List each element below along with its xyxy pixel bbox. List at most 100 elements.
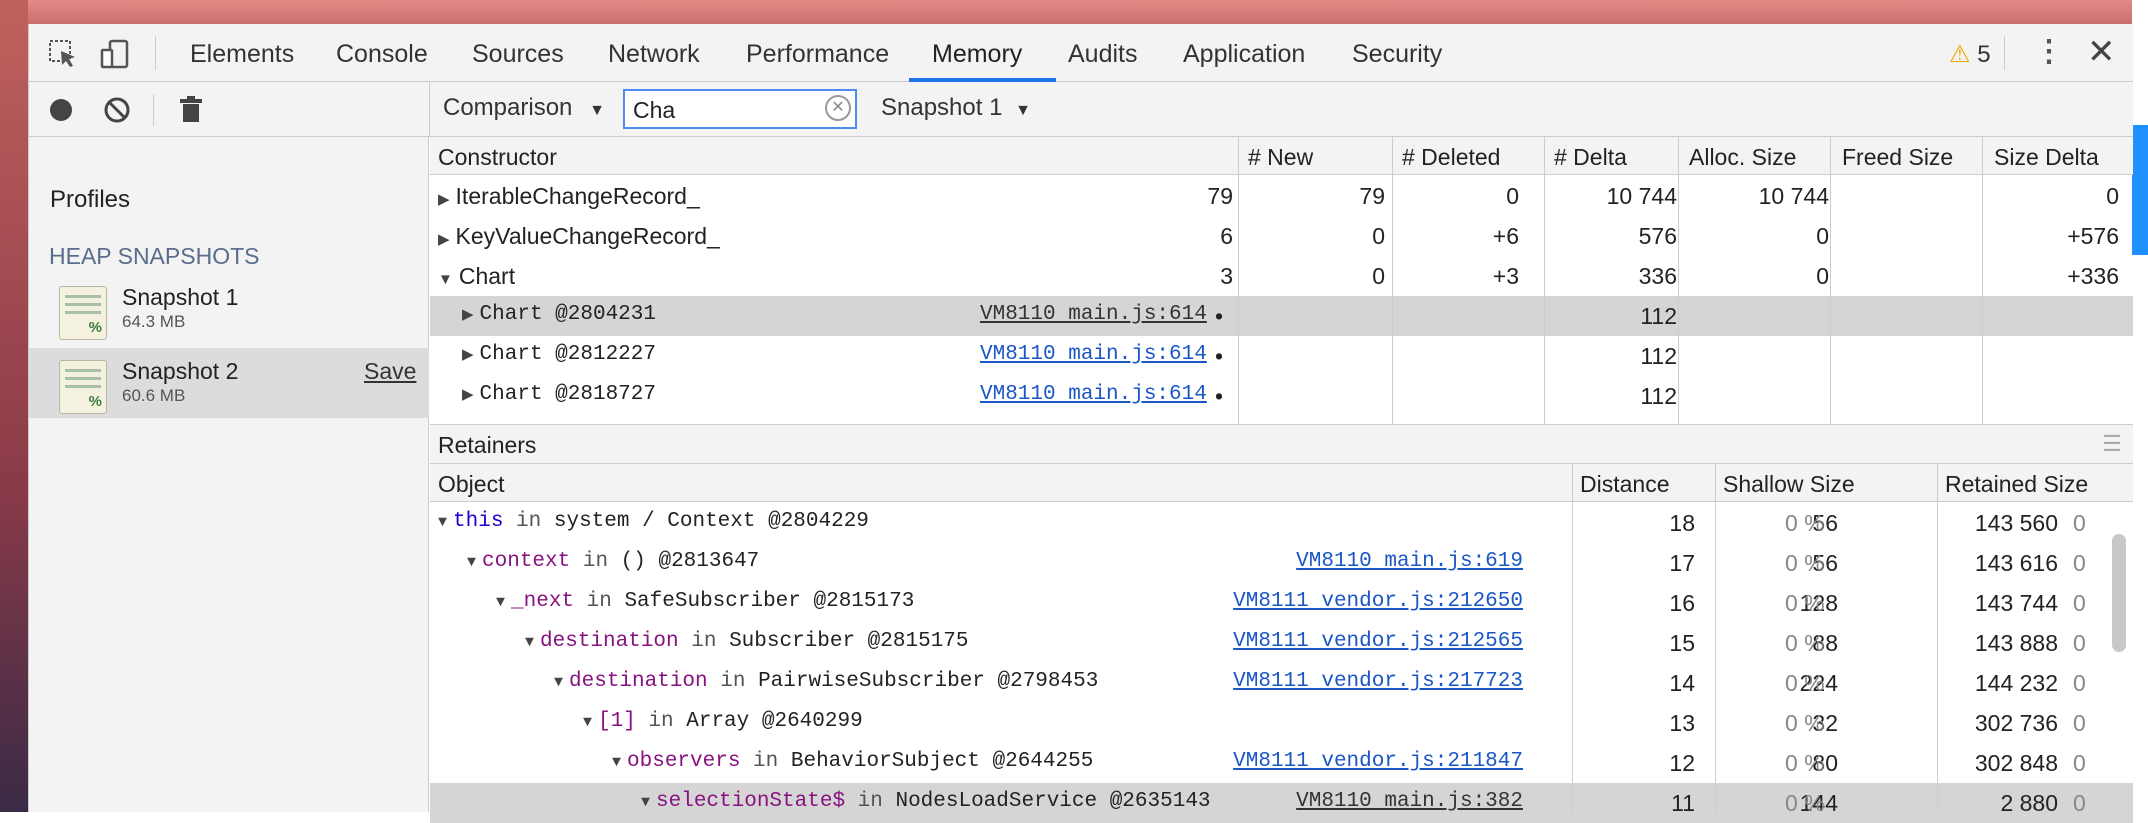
profiles-heading: Profiles bbox=[50, 186, 131, 213]
desktop-background-edge bbox=[0, 0, 28, 812]
tab-sources[interactable]: Sources bbox=[472, 40, 564, 69]
collapse-arrow-icon[interactable]: ▼ bbox=[612, 754, 621, 771]
clear-profiles-icon[interactable] bbox=[101, 94, 133, 126]
collapse-arrow-icon[interactable]: ▼ bbox=[467, 554, 476, 571]
retained-size-cell: 143 560 bbox=[1974, 510, 2058, 536]
expand-arrow-icon[interactable]: ▶ bbox=[438, 230, 450, 248]
warnings-counter[interactable]: ⚠ 5 bbox=[1949, 40, 1991, 69]
browser-top-strip bbox=[0, 0, 2148, 24]
retainer-row[interactable]: ▼ _next in SafeSubscriber @2815173 VM8111 … bbox=[430, 583, 2133, 623]
view-mode-select[interactable]: Comparison ▼ bbox=[443, 94, 605, 122]
collapse-arrow-icon[interactable]: ▼ bbox=[583, 714, 592, 731]
retained-size-cell: 302 848 bbox=[1974, 750, 2058, 776]
expand-arrow-icon[interactable]: ▶ bbox=[462, 345, 474, 364]
tab-application[interactable]: Application bbox=[1183, 40, 1305, 69]
expand-arrow-icon[interactable]: ▶ bbox=[462, 305, 474, 324]
inspect-element-icon[interactable] bbox=[47, 38, 79, 70]
col-constructor[interactable]: Constructor bbox=[438, 144, 557, 171]
col-alloc-size[interactable]: Alloc. Size bbox=[1689, 144, 1796, 171]
shallow-percent-cell: 0 % bbox=[1785, 670, 1825, 696]
comparison-header: Constructor # New # Deleted # Delta Allo… bbox=[430, 137, 2133, 175]
collapse-arrow-icon[interactable]: ▼ bbox=[438, 271, 453, 288]
source-link[interactable]: VM8111 vendor.js:212565 bbox=[1233, 630, 1523, 653]
record-icon[interactable] bbox=[45, 94, 77, 126]
snapshot-item-2[interactable]: % Snapshot 2 60.6 MB Save bbox=[29, 348, 429, 418]
col-size-delta[interactable]: Size Delta bbox=[1994, 144, 2099, 171]
col-new[interactable]: # New bbox=[1248, 144, 1313, 171]
save-snapshot-link[interactable]: Save bbox=[364, 358, 416, 385]
expand-arrow-icon[interactable]: ▶ bbox=[438, 190, 450, 208]
heap-snapshots-heading: HEAP SNAPSHOTS bbox=[49, 243, 260, 269]
retainer-row[interactable]: ▼ destination in PairwiseSubscriber @2798… bbox=[430, 663, 2133, 703]
source-link[interactable]: VM8111 vendor.js:211847 bbox=[1233, 750, 1523, 773]
baseline-snapshot-select[interactable]: Snapshot 1 ▼ bbox=[881, 94, 1031, 122]
close-icon[interactable]: ✕ bbox=[2087, 32, 2116, 72]
col-distance[interactable]: Distance bbox=[1580, 471, 1669, 498]
col-deleted[interactable]: # Deleted bbox=[1402, 144, 1500, 171]
tab-console[interactable]: Console bbox=[336, 40, 428, 69]
collapse-arrow-icon[interactable]: ▼ bbox=[496, 594, 505, 611]
source-link[interactable]: VM8110 main.js:614 bbox=[980, 303, 1207, 326]
clear-filter-icon[interactable]: ✕ bbox=[825, 95, 851, 121]
retainers-scrollbar[interactable] bbox=[2112, 534, 2126, 652]
collapse-arrow-icon[interactable]: ▼ bbox=[554, 674, 563, 691]
retainer-row[interactable]: ▼ observers in BehaviorSubject @2644255 VM… bbox=[430, 743, 2133, 783]
col-shallow-size[interactable]: Shallow Size bbox=[1723, 471, 1855, 498]
device-toolbar-icon[interactable] bbox=[99, 38, 131, 70]
drag-handle-icon[interactable]: ☰ bbox=[2102, 431, 2122, 457]
tab-performance[interactable]: Performance bbox=[746, 40, 889, 69]
table-row[interactable]: ▼ Chart 3 0 +3 336 0 +336 bbox=[430, 256, 2133, 296]
collect-garbage-icon[interactable] bbox=[175, 94, 207, 126]
instance-row[interactable]: ▶ Chart @2812227 VM8110 main.js:614 • 112 bbox=[430, 336, 2133, 376]
expand-arrow-icon[interactable]: ▶ bbox=[462, 385, 474, 404]
tab-audits[interactable]: Audits bbox=[1068, 40, 1137, 69]
retainer-row[interactable]: ▼ destination in Subscriber @2815175 VM811… bbox=[430, 623, 2133, 663]
retainer-row[interactable]: ▼ context in () @2813647 VM8110 main.js:61… bbox=[430, 543, 2133, 583]
table-row[interactable]: ▶ KeyValueChangeRecord_ 6 0 +6 576 0 +576 bbox=[430, 216, 2133, 256]
snapshot-item-1[interactable]: % Snapshot 1 64.3 MB bbox=[29, 274, 429, 344]
shallow-percent-cell: 0 % bbox=[1785, 790, 1825, 816]
constructor-cell: ▶ IterableChangeRecord_ bbox=[438, 183, 700, 209]
retainer-object: ▼ observers in BehaviorSubject @2644255 bbox=[612, 750, 1094, 773]
retained-percent-cell: 0 bbox=[2073, 710, 2086, 736]
shallow-percent-cell: 0 % bbox=[1785, 750, 1825, 776]
shallow-percent-cell: 0 % bbox=[1785, 630, 1825, 656]
profiles-sidebar: Profiles HEAP SNAPSHOTS % Snapshot 1 64.… bbox=[29, 137, 429, 812]
retainer-row[interactable]: ▼ [1] in Array @2640299 13 32 0 % 302 736 0 bbox=[430, 703, 2133, 743]
retainers-titlebar[interactable]: Retainers ☰ bbox=[430, 424, 2133, 464]
heap-snapshot-icon: % bbox=[59, 360, 107, 414]
retainer-object: ▼ destination in Subscriber @2815175 bbox=[525, 630, 969, 653]
instance-row[interactable]: ▶ Chart @2818727 VM8110 main.js:614 • 112 bbox=[430, 376, 2133, 416]
tab-elements[interactable]: Elements bbox=[190, 40, 294, 69]
retainer-object: ▼ selectionState$ in NodesLoadService @26… bbox=[641, 790, 1211, 813]
retainers-pane: Retainers ☰ Object Distance Shallow Size… bbox=[430, 424, 2133, 823]
retainer-row[interactable]: ▼ this in system / Context @2804229 18 56 0 … bbox=[430, 503, 2133, 543]
col-delta[interactable]: # Delta bbox=[1554, 144, 1627, 171]
tab-security[interactable]: Security bbox=[1352, 40, 1442, 69]
constructor-cell: ▼ Chart bbox=[438, 263, 516, 289]
col-freed-size[interactable]: Freed Size bbox=[1842, 144, 1953, 171]
collapse-arrow-icon[interactable]: ▼ bbox=[438, 514, 447, 531]
devtools-panel: Elements Console Sources Network Perform… bbox=[28, 24, 2133, 823]
tab-network[interactable]: Network bbox=[608, 40, 700, 69]
retained-percent-cell: 0 bbox=[2073, 510, 2086, 536]
source-link[interactable]: VM8110 main.js:614 bbox=[980, 383, 1207, 406]
warning-icon: ⚠ bbox=[1949, 41, 1971, 68]
instance-row[interactable]: ▶ Chart @2804231 VM8110 main.js:614 • 112 bbox=[430, 296, 2133, 336]
retained-size-cell: 143 616 bbox=[1974, 550, 2058, 576]
source-link[interactable]: VM8110 main.js:614 bbox=[980, 343, 1207, 366]
retainer-row[interactable]: ▼ selectionState$ in NodesLoadService @26… bbox=[430, 783, 2133, 823]
tab-memory[interactable]: Memory bbox=[932, 40, 1022, 69]
source-link[interactable]: VM8111 vendor.js:212650 bbox=[1233, 590, 1523, 613]
source-link[interactable]: VM8110 main.js:382 bbox=[1296, 790, 1523, 813]
source-link[interactable]: VM8111 vendor.js:217723 bbox=[1233, 670, 1523, 693]
table-row[interactable]: ▶ IterableChangeRecord_ 79 79 0 10 744 10… bbox=[430, 176, 2133, 216]
collapse-arrow-icon[interactable]: ▼ bbox=[641, 794, 650, 811]
class-filter-input[interactable]: Cha ✕ bbox=[623, 89, 857, 129]
source-link[interactable]: VM8110 main.js:619 bbox=[1296, 550, 1523, 573]
retained-percent-cell: 0 bbox=[2073, 790, 2086, 816]
col-object[interactable]: Object bbox=[438, 471, 504, 498]
col-retained-size[interactable]: Retained Size bbox=[1945, 471, 2088, 498]
collapse-arrow-icon[interactable]: ▼ bbox=[525, 634, 534, 651]
more-options-icon[interactable]: ⋮ bbox=[2034, 34, 2064, 69]
